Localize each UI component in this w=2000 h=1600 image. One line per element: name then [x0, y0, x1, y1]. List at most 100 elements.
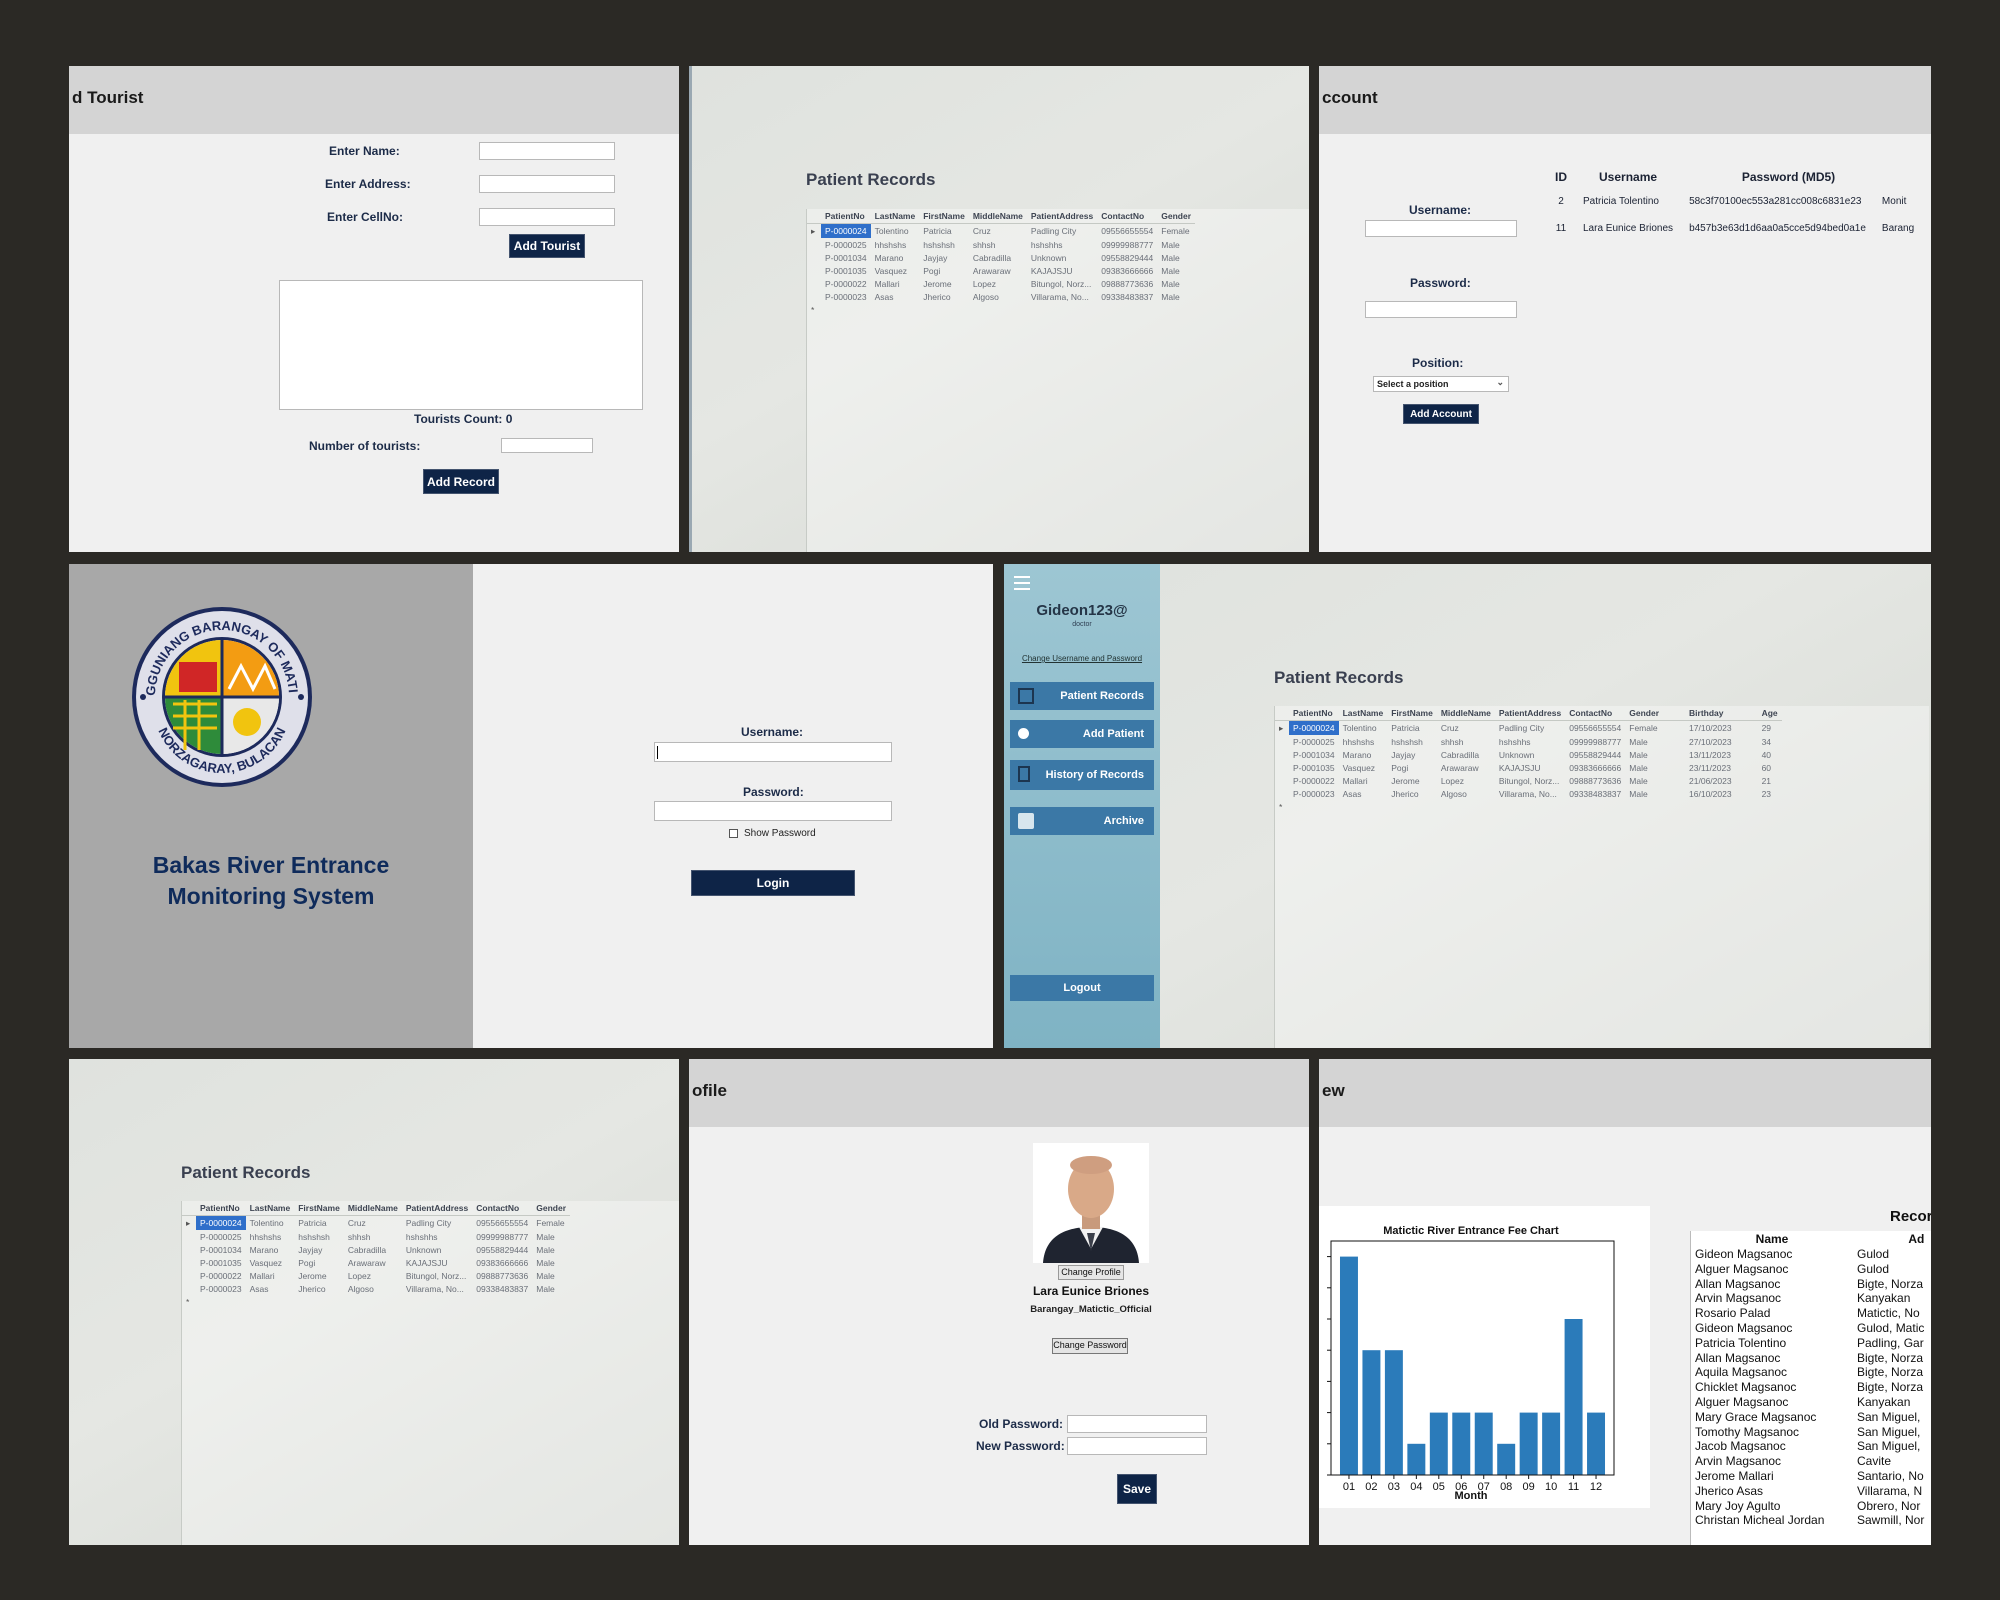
row-selector[interactable] [807, 251, 821, 264]
table-row[interactable]: P-0000023 Asas Jherico Algoso Villarama, No.… [182, 1282, 570, 1295]
table-row[interactable]: P-0001035 Vasquez Pogi Arawaraw KAJAJSJU 0938… [1275, 761, 1782, 774]
list-item[interactable]: Rosario Palad Matictic, No [1691, 1306, 1928, 1321]
login-username-input[interactable] [654, 742, 892, 762]
list-item[interactable]: Arvin Magsanoc Kanyakan [1691, 1291, 1928, 1306]
table-row[interactable]: P-0001035 Vasquez Pogi Arawaraw KAJAJSJU 0938… [807, 264, 1195, 277]
number-of-tourists-input[interactable] [501, 438, 593, 453]
table-row[interactable]: P-0001034 Marano Jayjay Cabradilla Unknown 09… [807, 251, 1195, 264]
table-row[interactable]: ▸ P-0000024 Tolentino Patricia Cruz Padling C… [182, 1215, 570, 1230]
column-header[interactable]: FirstName [1387, 706, 1437, 721]
accounts-table[interactable]: ID Username Password (MD5) 2 Patricia To… [1547, 166, 1922, 242]
row-selector[interactable] [1275, 787, 1289, 800]
add-record-button[interactable]: Add Record [423, 469, 499, 494]
column-header[interactable]: PatientAddress [1494, 706, 1566, 721]
row-selector[interactable]: ▸ [807, 224, 821, 239]
column-header[interactable]: PatientNo [821, 209, 871, 224]
column-header[interactable]: Age [1735, 706, 1782, 721]
row-selector[interactable] [182, 1282, 196, 1295]
table-row[interactable]: P-0000025 hhshshs hshshsh shhsh hshshhs 09999… [182, 1230, 570, 1243]
table-row[interactable]: ▸ P-0000024 Tolentino Patricia Cruz Padling C… [1275, 720, 1782, 736]
column-header[interactable]: ContactNo [472, 1201, 533, 1216]
list-item[interactable]: Alguer Magsanoc Gulod [1691, 1262, 1928, 1277]
table-row[interactable]: P-0000023 Asas Jherico Algoso Villarama, No.… [1275, 787, 1782, 800]
login-password-input[interactable] [654, 801, 892, 821]
column-header[interactable]: PatientAddress [401, 1201, 473, 1216]
column-header[interactable]: Gender [532, 1201, 571, 1216]
column-header[interactable]: FirstName [919, 209, 969, 224]
column-header[interactable]: PatientNo [1289, 706, 1339, 721]
row-selector[interactable] [182, 1243, 196, 1256]
name-input[interactable] [479, 142, 615, 160]
column-header[interactable]: MiddleName [343, 1201, 402, 1216]
list-item[interactable]: Tomothy Magsanoc San Miguel, [1691, 1425, 1928, 1440]
save-button[interactable]: Save [1117, 1474, 1157, 1504]
row-selector[interactable] [1275, 735, 1289, 748]
list-item[interactable]: Jerome Mallari Santario, No [1691, 1469, 1928, 1484]
new-row[interactable]: * [1275, 800, 1782, 813]
column-header[interactable]: ContactNo [1565, 706, 1626, 721]
row-selector[interactable] [807, 277, 821, 290]
account-password-input[interactable] [1365, 301, 1517, 318]
row-selector[interactable] [807, 264, 821, 277]
list-item[interactable]: Mary Joy Agulto Obrero, Nor [1691, 1499, 1928, 1514]
sidebar-item-archive[interactable]: Archive [1010, 807, 1154, 835]
list-item[interactable]: Aquila Magsanoc Bigte, Norza [1691, 1365, 1928, 1380]
list-item[interactable]: Arvin Magsanoc Cavite [1691, 1454, 1928, 1469]
row-selector[interactable] [807, 238, 821, 251]
list-item[interactable]: Chicklet Magsanoc Bigte, Norza [1691, 1380, 1928, 1395]
list-item[interactable]: Gideon Magsanoc Gulod [1691, 1247, 1928, 1262]
column-header[interactable]: MiddleName [1436, 706, 1495, 721]
new-password-input[interactable] [1067, 1437, 1207, 1455]
patient-records-table[interactable]: PatientNo LastName FirstName MiddleName Pati… [182, 1201, 571, 1308]
row-selector[interactable] [1275, 761, 1289, 774]
column-header[interactable]: ContactNo [1097, 209, 1158, 224]
column-header[interactable]: LastName [245, 1201, 295, 1216]
row-selector[interactable] [182, 1230, 196, 1243]
change-profile-button[interactable]: Change Profile [1058, 1265, 1124, 1280]
logout-button[interactable]: Logout [1010, 975, 1154, 1001]
list-item[interactable]: Mary Grace Magsanoc San Miguel, [1691, 1410, 1928, 1425]
table-row[interactable]: P-0000022 Mallari Jerome Lopez Bitungol, Nor… [182, 1269, 570, 1282]
row-selector[interactable]: ▸ [1275, 721, 1289, 736]
list-item[interactable]: Allan Magsanoc Bigte, Norza [1691, 1351, 1928, 1366]
table-row[interactable]: 2 Patricia Tolentino 58c3f70100ec553a281… [1547, 188, 1922, 215]
position-select[interactable]: Select a position ⌄ [1373, 376, 1509, 392]
change-credentials-link[interactable]: Change Username and Password [1004, 654, 1160, 663]
column-header[interactable]: LastName [1338, 706, 1388, 721]
row-selector[interactable] [182, 1269, 196, 1282]
list-item[interactable]: Christan Micheal Jordan Sawmill, Nor [1691, 1513, 1928, 1528]
row-selector[interactable] [1275, 748, 1289, 761]
list-item[interactable]: Allan Magsanoc Bigte, Norza [1691, 1277, 1928, 1292]
column-header[interactable]: LastName [870, 209, 920, 224]
new-row[interactable]: * [182, 1295, 570, 1308]
table-row[interactable]: P-0000025 hhshshs hshshsh shhsh hshshhs 09999… [807, 238, 1195, 251]
table-row[interactable]: P-0000022 Mallari Jerome Lopez Bitungol, Nor… [1275, 774, 1782, 787]
patient-records-table[interactable]: PatientNo LastName FirstName MiddleName Pati… [1275, 706, 1782, 813]
list-item[interactable]: Gideon Magsanoc Gulod, Matic [1691, 1321, 1928, 1336]
column-header[interactable]: Gender [1625, 706, 1664, 721]
column-header[interactable]: Gender [1157, 209, 1196, 224]
sidebar-item-history[interactable]: History of Records [1010, 760, 1154, 790]
change-password-button[interactable]: Change Password [1052, 1338, 1128, 1354]
column-header[interactable]: PatientNo [196, 1201, 246, 1216]
sidebar-item-add-patient[interactable]: Add Patient [1010, 720, 1154, 748]
address-input[interactable] [479, 175, 615, 193]
table-row[interactable]: 11 Lara Eunice Briones b457b3e63d1d6aa0a… [1547, 215, 1922, 242]
list-item[interactable]: Alguer Magsanoc Kanyakan [1691, 1395, 1928, 1410]
table-row[interactable]: P-0001035 Vasquez Pogi Arawaraw KAJAJSJU 0938… [182, 1256, 570, 1269]
add-account-button[interactable]: Add Account [1403, 404, 1479, 424]
list-item[interactable]: Jherico Asas Villarama, N [1691, 1484, 1928, 1499]
table-row[interactable]: P-0000025 hhshshs hshshsh shhsh hshshhs 09999… [1275, 735, 1782, 748]
list-item[interactable]: Patricia Tolentino Padling, Gar [1691, 1336, 1928, 1351]
patient-records-table[interactable]: PatientNo LastName FirstName MiddleName Pati… [807, 209, 1196, 316]
table-row[interactable]: P-0000022 Mallari Jerome Lopez Bitungol, Nor… [807, 277, 1195, 290]
new-row[interactable]: * [807, 303, 1195, 316]
records-table[interactable]: Name Ad Gideon Magsanoc Gulod Alguer Magsa… [1691, 1231, 1928, 1528]
show-password-checkbox[interactable] [729, 829, 738, 838]
row-selector[interactable] [1275, 774, 1289, 787]
table-row[interactable]: P-0000023 Asas Jherico Algoso Villarama, No.… [807, 290, 1195, 303]
table-row[interactable]: P-0001034 Marano Jayjay Cabradilla Unknown 09… [182, 1243, 570, 1256]
hamburger-menu-icon[interactable] [1014, 576, 1030, 590]
add-tourist-button[interactable]: Add Tourist [509, 234, 585, 258]
old-password-input[interactable] [1067, 1415, 1207, 1433]
